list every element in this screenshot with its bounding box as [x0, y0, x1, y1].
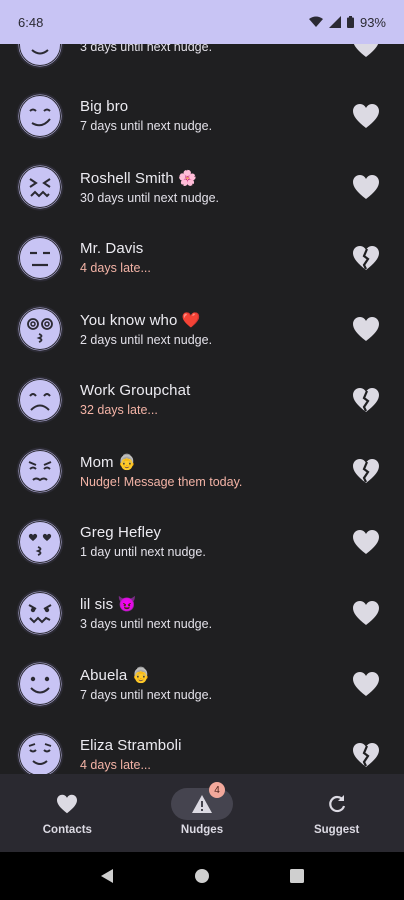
contact-row[interactable]: Greg Hefley 1 day until next nudge.	[0, 506, 404, 577]
contact-row[interactable]: lil sis 😈 3 days until next nudge.	[0, 577, 404, 648]
contact-name: Mom 👵	[80, 453, 137, 471]
contact-name: Eliza Stramboli	[80, 737, 182, 754]
heart-icon[interactable]	[352, 103, 380, 129]
contact-name: Abuela 👵	[80, 666, 151, 684]
battery-percent: 93%	[359, 14, 386, 30]
warning-icon	[192, 795, 212, 813]
sad-face-icon	[16, 376, 64, 424]
signal-icon	[328, 16, 341, 28]
contact-status: 4 days late...	[80, 758, 151, 772]
status-time: 6:48	[18, 14, 44, 30]
refresh-icon	[328, 795, 345, 813]
back-icon[interactable]	[99, 868, 115, 884]
relieved-face-icon	[16, 731, 64, 774]
broken-heart-icon[interactable]	[352, 245, 380, 271]
contact-status: 32 days late...	[80, 403, 158, 417]
devil-grin-face-icon	[16, 589, 64, 637]
squint-face-icon	[16, 163, 64, 211]
contact-status: 4 days late...	[80, 261, 151, 275]
heart-icon[interactable]	[352, 174, 380, 200]
contact-status: 7 days until next nudge.	[80, 687, 213, 702]
contact-row[interactable]: Mom 👵 Nudge! Message them today.	[0, 435, 404, 506]
contact-name: Greg Hefley	[80, 524, 162, 541]
contact-name: lil sis 😈	[80, 595, 137, 613]
heart-icon[interactable]	[352, 600, 380, 626]
contact-name: Work Groupchat	[80, 382, 191, 399]
contact-row[interactable]: You know who ❤️ 2 days until next nudge.	[0, 293, 404, 364]
contact-row[interactable]: Big bro 7 days until next nudge.	[0, 80, 404, 151]
heart-icon[interactable]	[352, 316, 380, 342]
battery-icon	[346, 16, 354, 28]
contact-name: Roshell Smith 🌸	[80, 169, 197, 187]
nav-nudges-label: Nudges	[180, 824, 224, 836]
neutral-face-icon	[16, 234, 64, 282]
nav-contacts-label: Contacts	[42, 824, 92, 836]
dizzy-face-icon	[16, 305, 64, 353]
smirk-face-icon	[16, 92, 64, 140]
bottom-nav: Contacts 4 Nudges Suggest	[0, 774, 404, 852]
contact-status: Nudge! Message them today.	[80, 474, 243, 489]
contact-name: Mr. Davis	[80, 240, 144, 257]
happy-face-icon	[16, 44, 64, 69]
contact-row[interactable]: Roshell Smith 🌸 30 days until next nudge.	[0, 151, 404, 222]
heart-eyes-face-icon	[16, 518, 64, 566]
heart-icon[interactable]	[352, 44, 380, 58]
recents-icon[interactable]	[289, 868, 305, 884]
contact-name: You know who ❤️	[80, 311, 201, 329]
broken-heart-icon[interactable]	[352, 742, 380, 768]
heart-icon	[57, 794, 78, 814]
heart-icon[interactable]	[352, 529, 380, 555]
nudges-list[interactable]: 3 days until next nudge. Big bro 7 days u…	[0, 44, 404, 774]
status-bar: 6:48 93%	[0, 0, 404, 44]
contact-status: 2 days until next nudge.	[80, 332, 213, 347]
contact-status: 3 days until next nudge.	[80, 616, 213, 631]
system-nav-bar	[0, 852, 404, 900]
broken-heart-icon[interactable]	[352, 458, 380, 484]
contact-status: 30 days until next nudge.	[80, 190, 219, 205]
home-icon[interactable]	[194, 868, 210, 884]
broken-heart-icon[interactable]	[352, 387, 380, 413]
contact-row[interactable]: Eliza Stramboli 4 days late...	[0, 719, 404, 774]
nav-nudges[interactable]: 4 Nudges	[135, 774, 270, 852]
wifi-icon	[308, 16, 323, 27]
heart-icon[interactable]	[352, 671, 380, 697]
contact-status: 1 day until next nudge.	[80, 545, 206, 559]
worried-face-icon	[16, 447, 64, 495]
nav-suggest-label: Suggest	[313, 824, 360, 836]
contact-row[interactable]: Mr. Davis 4 days late...	[0, 222, 404, 293]
contact-status: 7 days until next nudge.	[80, 119, 213, 133]
contact-row[interactable]: Work Groupchat 32 days late...	[0, 364, 404, 435]
contact-status: 3 days until next nudge.	[80, 44, 213, 54]
contact-row[interactable]: Abuela 👵 7 days until next nudge.	[0, 648, 404, 719]
contact-name: Big bro	[80, 98, 129, 115]
nav-contacts[interactable]: Contacts	[0, 774, 135, 852]
contact-row[interactable]: 3 days until next nudge.	[0, 44, 404, 80]
nudges-badge: 4	[209, 782, 225, 798]
nav-suggest[interactable]: Suggest	[269, 774, 404, 852]
smile-face-icon	[16, 660, 64, 708]
